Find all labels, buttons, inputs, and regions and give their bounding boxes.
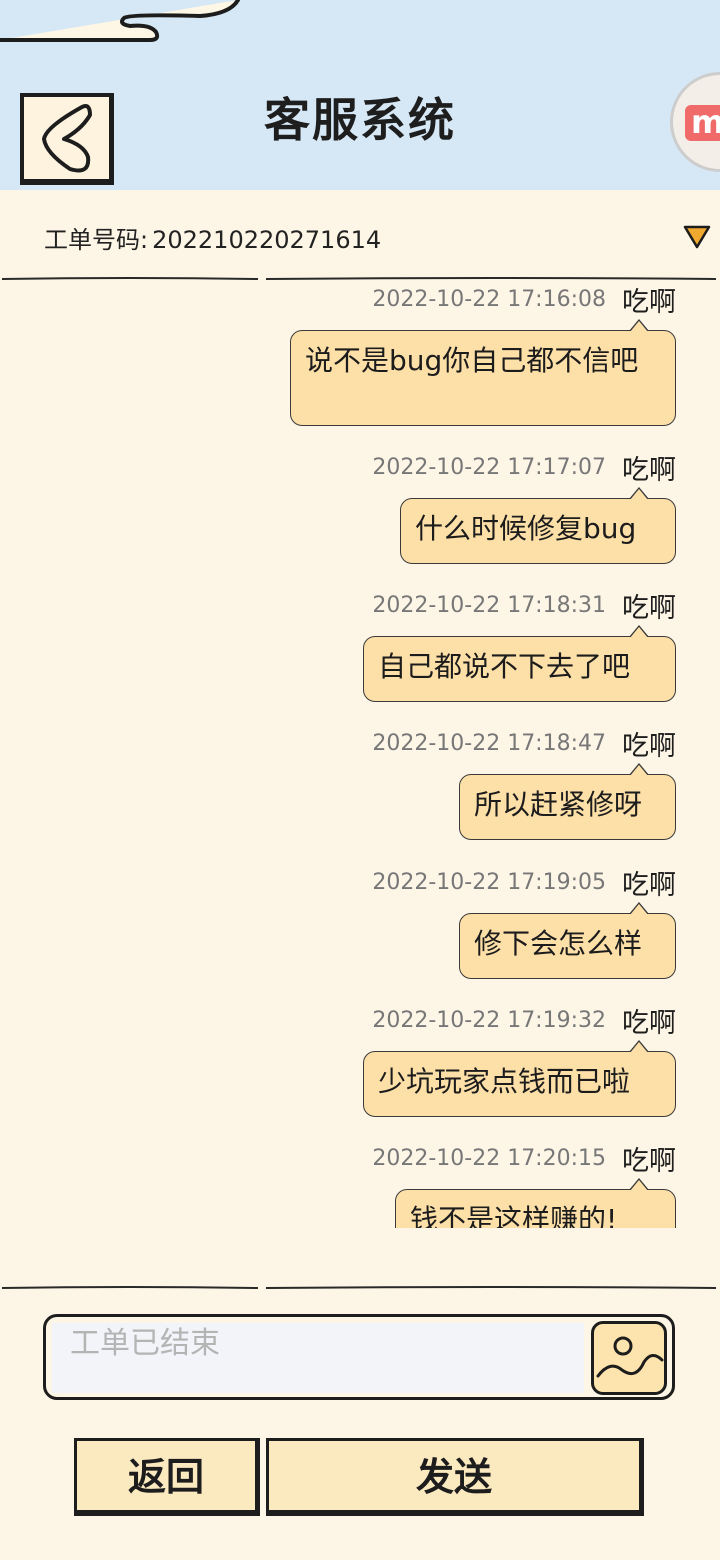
message-sender: 吃啊: [622, 869, 676, 901]
message-sender: 吃啊: [622, 730, 676, 762]
message-sender: 吃啊: [622, 1007, 676, 1039]
message-time: 2022-10-22 17:19:05: [372, 869, 606, 895]
message-meta: 2022-10-22 17:17:07 吃啊: [372, 450, 676, 486]
return-button[interactable]: 返回: [74, 1438, 260, 1516]
message-bubble: 少坑玩家点钱而已啦: [363, 1040, 676, 1117]
message-time: 2022-10-22 17:18:31: [372, 592, 606, 618]
cloud-decoration-icon: [0, 0, 240, 42]
message-bubble: 什么时候修复bug: [400, 487, 676, 564]
message-time: 2022-10-22 17:16:08: [372, 286, 606, 312]
message-meta: 2022-10-22 17:19:05 吃啊: [372, 865, 676, 901]
message-input[interactable]: [52, 1323, 584, 1393]
image-upload-button[interactable]: [591, 1321, 667, 1395]
bottom-divider: [1, 1286, 717, 1289]
message-time: 2022-10-22 17:19:32: [372, 1007, 606, 1033]
message-bubble: 自己都说不下去了吧: [363, 625, 676, 702]
send-button[interactable]: 发送: [266, 1438, 644, 1516]
ticket-label: 工单号码:: [44, 226, 149, 254]
message-sender: 吃啊: [622, 454, 676, 486]
page-title: 客服系统: [264, 93, 456, 147]
ticket-info: 工单号码: 202210220271614: [44, 220, 381, 255]
message-bubble: 修下会怎么样: [459, 902, 676, 979]
message-composer: [43, 1314, 675, 1400]
triangle-down-icon[interactable]: [682, 224, 712, 250]
message-sender: 吃啊: [622, 1145, 676, 1177]
ticket-number: 202210220271614: [152, 226, 382, 254]
chat-message-list[interactable]: 2022-10-22 17:16:08 吃啊 说不是bug你自己都不信吧 202…: [0, 282, 720, 1228]
message-meta: 2022-10-22 17:18:31 吃啊: [372, 588, 676, 624]
message-meta: 2022-10-22 17:20:15 吃啊: [372, 1141, 676, 1177]
image-picture-icon: [596, 1336, 664, 1378]
message-meta: 2022-10-22 17:16:08 吃啊: [372, 282, 676, 318]
logo-mark: m: [685, 105, 720, 141]
ticket-bar: 工单号码: 202210220271614: [0, 190, 720, 282]
message-time: 2022-10-22 17:18:47: [372, 730, 606, 756]
message-sender: 吃啊: [622, 592, 676, 624]
message-bubble: 所以赶紧修呀: [459, 763, 676, 840]
message-time: 2022-10-22 17:17:07: [372, 454, 606, 480]
header-bar: 客服系统 m: [0, 0, 720, 190]
message-meta: 2022-10-22 17:19:32 吃啊: [372, 1003, 676, 1039]
message-meta: 2022-10-22 17:18:47 吃啊: [372, 726, 676, 762]
message-time: 2022-10-22 17:20:15: [372, 1145, 606, 1171]
message-sender: 吃啊: [622, 286, 676, 318]
message-bubble: 说不是bug你自己都不信吧: [290, 319, 676, 426]
message-bubble: 钱不是这样赚的!: [395, 1178, 676, 1228]
